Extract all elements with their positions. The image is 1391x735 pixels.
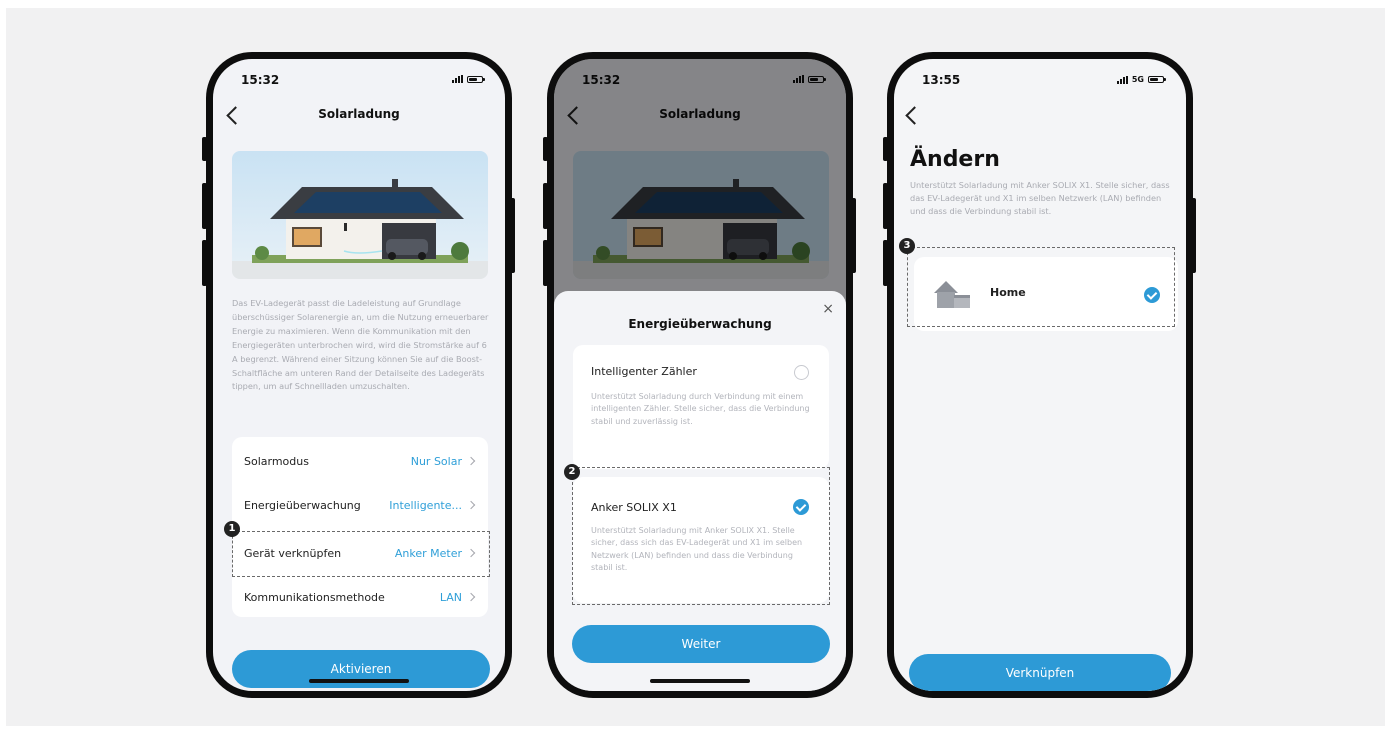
- battery-icon: [467, 75, 485, 83]
- step-badge: 3: [899, 238, 915, 254]
- setting-value: Intelligente...: [389, 498, 462, 512]
- home-indicator: [309, 679, 409, 683]
- back-arrow-icon[interactable]: [905, 106, 924, 125]
- link-button[interactable]: Verknüpfen: [909, 654, 1171, 691]
- signal-icon: [1116, 75, 1128, 84]
- setting-row-energy-monitoring[interactable]: Energieüberwachung Intelligente...: [232, 485, 488, 525]
- phone-change-link: 13:55 5G Ändern Unterstützt Solarladung …: [887, 52, 1193, 698]
- status-time: 13:55: [922, 73, 961, 87]
- setting-value: Nur Solar: [410, 454, 462, 468]
- close-icon[interactable]: ×: [822, 301, 834, 317]
- home-indicator: [650, 679, 750, 683]
- chevron-right-icon: [466, 500, 476, 510]
- chevron-right-icon: [466, 592, 476, 602]
- change-description: Unterstützt Solarladung mit Anker SOLIX …: [910, 180, 1170, 216]
- solar-charging-description: Das EV-Ladegerät passt die Ladeleistung …: [232, 298, 489, 392]
- setting-label: Energieüberwachung: [244, 498, 361, 512]
- option-description: Unterstützt Solarladung durch Verbindung…: [591, 392, 810, 426]
- chevron-right-icon: [466, 456, 476, 466]
- setting-value: LAN: [439, 590, 462, 604]
- highlight-box: [232, 531, 490, 577]
- settings-card: Solarmodus Nur Solar Energieüberwachung …: [232, 437, 488, 617]
- highlight-box: [907, 247, 1175, 327]
- house-solar-image: [232, 151, 488, 279]
- option-title: Intelligenter Zähler: [591, 365, 697, 378]
- step-badge: 2: [564, 464, 580, 480]
- battery-icon: [1148, 76, 1166, 83]
- network-type: 5G: [1131, 75, 1144, 84]
- setting-row-solar-mode[interactable]: Solarmodus Nur Solar: [232, 441, 488, 481]
- status-icons: 5G: [1116, 75, 1166, 84]
- next-button[interactable]: Weiter: [572, 625, 830, 663]
- highlight-box: [572, 467, 830, 605]
- step-badge: 1: [224, 521, 240, 537]
- setting-label: Solarmodus: [244, 454, 309, 468]
- signal-icon: [452, 75, 463, 83]
- status-time: 15:32: [241, 73, 280, 87]
- radio-unselected-icon[interactable]: [794, 365, 809, 380]
- option-smart-meter[interactable]: Intelligenter Zähler Unterstützt Solarla…: [573, 345, 829, 469]
- page-title: Solarladung: [318, 107, 400, 121]
- energy-monitoring-sheet: × Energieüberwachung Intelligenter Zähle…: [554, 291, 846, 691]
- sheet-title: Energieüberwachung: [628, 317, 772, 331]
- setting-label: Kommunikationsmethode: [244, 590, 385, 604]
- page-title: Ändern: [910, 147, 1000, 172]
- status-icons: [452, 75, 485, 83]
- phone-energy-monitoring: 15:32 Solarladung × Energieüberwachung I…: [547, 52, 853, 698]
- phone-solar-charging: 15:32 Solarladung Das EV-Ladegerät passt…: [206, 52, 512, 698]
- setting-row-communication-method[interactable]: Kommunikationsmethode LAN: [232, 577, 488, 617]
